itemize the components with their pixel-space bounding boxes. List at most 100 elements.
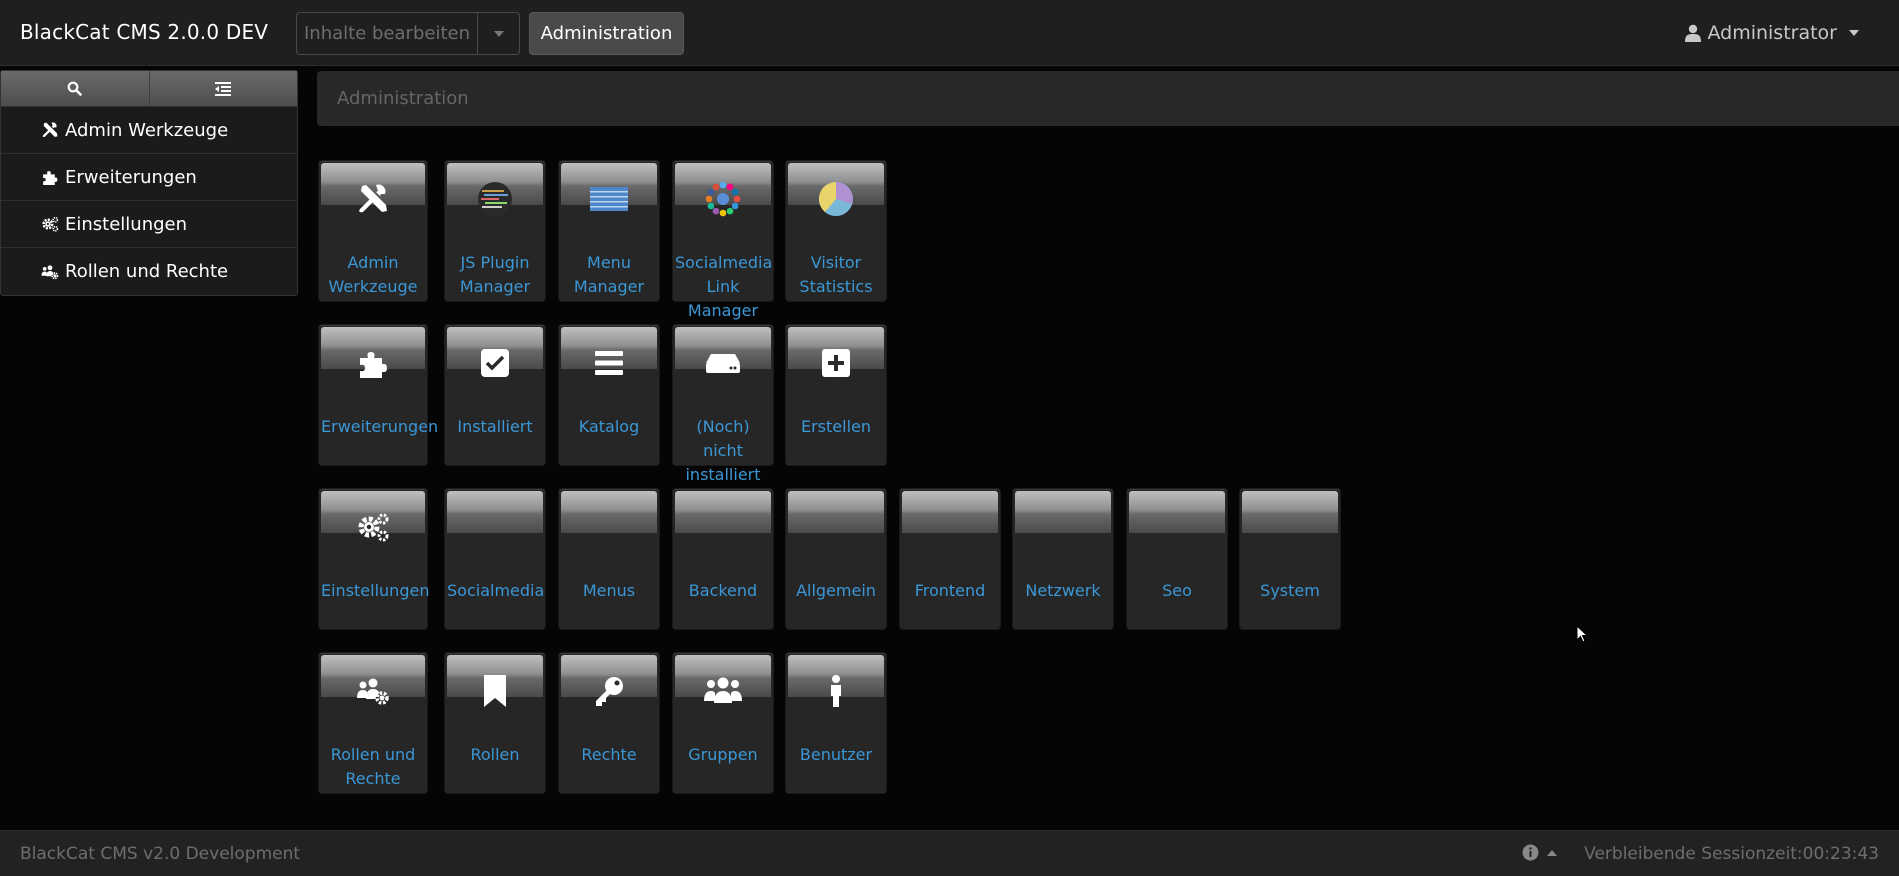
- chevron-down-icon: [493, 30, 504, 37]
- tile-label[interactable]: Seo: [1127, 579, 1227, 603]
- tile-label[interactable]: Frontend: [900, 579, 1000, 603]
- admin-tile-benutzer[interactable]: Benutzer: [785, 652, 887, 794]
- edit-content-button-group: Inhalte bearbeiten: [296, 12, 520, 55]
- admin-tile-installiert[interactable]: Installiert: [444, 324, 546, 466]
- admin-tile-socialmedia-link-manager[interactable]: Socialmedia Link Manager: [672, 160, 774, 320]
- admin-tile-einstellungen[interactable]: Einstellungen: [318, 488, 429, 630]
- sidebar-item-label: Einstellungen: [65, 213, 188, 235]
- gears-icon: [319, 507, 427, 547]
- code-image-icon: [445, 179, 545, 219]
- tile-label[interactable]: Socialmedia Link Manager: [673, 251, 773, 323]
- mouse-cursor-icon: [1576, 625, 1588, 643]
- pie-chart-icon: [786, 179, 886, 219]
- tile-label[interactable]: System: [1240, 579, 1340, 603]
- sidebar: Admin Werkzeuge Erweiterungen Einstellun…: [0, 70, 298, 296]
- sidebar-item-einstellungen[interactable]: Einstellungen: [1, 201, 297, 248]
- sidebar-collapse-button[interactable]: [150, 71, 298, 106]
- admin-tile-erstellen[interactable]: Erstellen: [785, 324, 887, 466]
- tile-label[interactable]: Installiert: [445, 415, 545, 439]
- admin-tile-seo[interactable]: Seo: [1126, 488, 1228, 630]
- tile-label[interactable]: Erweiterungen: [319, 415, 438, 439]
- admin-tile-backend[interactable]: Backend: [672, 488, 774, 630]
- sidebar-toolbar: [1, 71, 297, 107]
- tile-label[interactable]: Rollen: [445, 743, 545, 767]
- tile-label[interactable]: Menus: [559, 579, 659, 603]
- tile-label[interactable]: Allgemein: [786, 579, 886, 603]
- chevron-down-icon: [1849, 30, 1859, 36]
- user-icon: [786, 671, 886, 711]
- admin-tile-noch-nicht-installiert[interactable]: (Noch) nicht installiert: [672, 324, 774, 484]
- admin-tile-visitor-statistics[interactable]: Visitor Statistics: [785, 160, 887, 302]
- chevron-up-icon: [1547, 849, 1557, 856]
- admin-tile-socialmedia[interactable]: Socialmedia: [444, 488, 546, 630]
- tile-label[interactable]: Katalog: [559, 415, 659, 439]
- brand-title[interactable]: BlackCat CMS 2.0.0 DEV: [20, 20, 268, 44]
- footer-version: BlackCat CMS v2.0 Development: [20, 844, 301, 864]
- user-icon: [1685, 24, 1702, 42]
- edit-content-button[interactable]: Inhalte bearbeiten: [296, 12, 478, 55]
- admin-tile-netzwerk[interactable]: Netzwerk: [1012, 488, 1114, 630]
- tile-header: [1242, 491, 1338, 533]
- tile-label[interactable]: Menu Manager: [559, 251, 659, 299]
- admin-tile-katalog[interactable]: Katalog: [558, 324, 660, 466]
- tile-label[interactable]: Rollen und Rechte: [319, 743, 427, 791]
- admin-tile-rechte[interactable]: Rechte: [558, 652, 660, 794]
- hdd-icon: [673, 343, 773, 383]
- tile-label[interactable]: (Noch) nicht installiert: [673, 415, 773, 487]
- tile-header: [1015, 491, 1111, 533]
- tile-label[interactable]: Benutzer: [786, 743, 886, 767]
- gears-icon: [41, 215, 59, 233]
- admin-tile-rollen-und-rechte[interactable]: Rollen und Rechte: [318, 652, 428, 794]
- admin-tile-admin-werkzeuge[interactable]: Admin Werkzeuge: [318, 160, 428, 302]
- bookmark-icon: [445, 671, 545, 711]
- users-gear-icon: [41, 263, 59, 281]
- sidebar-item-admin-werkzeuge[interactable]: Admin Werkzeuge: [1, 107, 297, 154]
- tile-header: [1129, 491, 1225, 533]
- tools-icon: [319, 179, 427, 219]
- admin-tile-rollen[interactable]: Rollen: [444, 652, 546, 794]
- plus-square-icon: [786, 343, 886, 383]
- admin-tile-menus[interactable]: Menus: [558, 488, 660, 630]
- admin-tile-allgemein[interactable]: Allgemein: [785, 488, 887, 630]
- tile-label[interactable]: Erstellen: [786, 415, 886, 439]
- admin-tile-gruppen[interactable]: Gruppen: [672, 652, 774, 794]
- admin-tile-menu-manager[interactable]: Menu Manager: [558, 160, 660, 302]
- administration-button[interactable]: Administration: [529, 12, 684, 55]
- list-icon: [559, 343, 659, 383]
- sidebar-item-label: Erweiterungen: [65, 166, 197, 188]
- tile-label[interactable]: Einstellungen: [319, 579, 429, 603]
- admin-tile-erweiterungen[interactable]: Erweiterungen: [318, 324, 438, 466]
- tile-header: [788, 491, 884, 533]
- sidebar-item-erweiterungen[interactable]: Erweiterungen: [1, 154, 297, 201]
- tile-label[interactable]: Backend: [673, 579, 773, 603]
- admin-tile-system[interactable]: System: [1239, 488, 1341, 630]
- tools-icon: [41, 121, 59, 139]
- tile-label[interactable]: Netzwerk: [1013, 579, 1113, 603]
- tile-header: [902, 491, 998, 533]
- footer: BlackCat CMS v2.0 Development Verbleiben…: [0, 830, 1899, 876]
- menu-image-icon: [559, 179, 659, 219]
- admin-tile-js-plugin-manager[interactable]: JS Plugin Manager: [444, 160, 546, 302]
- info-icon: [1522, 844, 1539, 861]
- user-menu[interactable]: Administrator: [1685, 22, 1859, 44]
- session-timer: Verbleibende Sessionzeit:00:23:43: [1584, 844, 1879, 864]
- tile-header: [561, 491, 657, 533]
- search-icon: [67, 81, 83, 96]
- tile-label[interactable]: Visitor Statistics: [786, 251, 886, 299]
- check-square-icon: [445, 343, 545, 383]
- tile-label[interactable]: Rechte: [559, 743, 659, 767]
- tile-label[interactable]: Gruppen: [673, 743, 773, 767]
- tile-label[interactable]: Socialmedia: [445, 579, 545, 603]
- admin-tile-frontend[interactable]: Frontend: [899, 488, 1001, 630]
- tile-label[interactable]: JS Plugin Manager: [445, 251, 545, 299]
- puzzle-icon: [41, 168, 59, 186]
- sidebar-item-label: Rollen und Rechte: [65, 261, 229, 282]
- tile-label[interactable]: Admin Werkzeuge: [319, 251, 427, 299]
- sidebar-search-button[interactable]: [1, 71, 150, 106]
- footer-info-toggle[interactable]: [1522, 844, 1557, 861]
- edit-content-dropdown-toggle[interactable]: [478, 12, 520, 55]
- sidebar-item-rollen-und-rechte[interactable]: Rollen und Rechte: [1, 248, 297, 295]
- tile-header: [447, 491, 543, 533]
- key-icon: [559, 671, 659, 711]
- user-menu-label: Administrator: [1707, 22, 1837, 44]
